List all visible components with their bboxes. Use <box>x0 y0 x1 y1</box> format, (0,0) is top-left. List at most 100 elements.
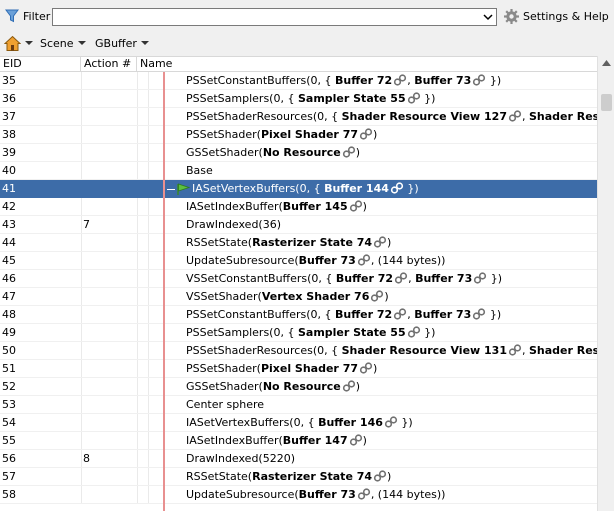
event-row[interactable]: 58 UpdateSubresource(Buffer 73 , (144 byte… <box>0 486 597 504</box>
resource-link-icon[interactable] <box>508 344 522 356</box>
settings-help-button[interactable]: Settings & Help <box>523 10 609 23</box>
resource-reference-link[interactable]: Vertex Shader 76 <box>262 290 370 303</box>
column-divider <box>148 306 149 323</box>
gear-icon[interactable] <box>503 8 520 25</box>
column-divider <box>148 234 149 251</box>
resource-reference-link[interactable]: Pixel Shader 77 <box>261 362 358 375</box>
vertical-scrollbar[interactable] <box>597 56 614 511</box>
resource-reference-link[interactable]: Shader Resource <box>529 344 597 357</box>
event-row[interactable]: 47 VSSetShader(Vertex Shader 76) <box>0 288 597 306</box>
home-icon[interactable] <box>4 35 21 52</box>
resource-link-icon[interactable] <box>384 416 398 428</box>
event-action-number <box>83 414 135 432</box>
resource-reference-link[interactable]: Buffer 73 <box>299 488 356 501</box>
event-name-text: , <box>521 344 529 357</box>
resource-reference-link[interactable]: Shader Resource View 127 <box>342 110 507 123</box>
column-divider <box>137 126 138 143</box>
event-row[interactable]: 54 IASetVertexBuffers(0, { Buffer 146 }) <box>0 414 597 432</box>
resource-link-icon[interactable] <box>359 362 373 374</box>
gbuffer-chevron-down-icon[interactable] <box>141 39 149 47</box>
resource-link-icon[interactable] <box>390 182 404 194</box>
filter-dropdown-chevron-icon[interactable] <box>480 9 496 25</box>
column-divider <box>81 486 82 503</box>
event-name: PSSetConstantBuffers(0, { Buffer 72, Buf… <box>186 306 597 324</box>
event-row[interactable]: 49 PSSetSamplers(0, { Sampler State 55 }) <box>0 324 597 342</box>
event-row[interactable]: 44 RSSetState(Rasterizer State 74) <box>0 234 597 252</box>
resource-reference-link[interactable]: Shader Resource <box>529 110 597 123</box>
resource-reference-link[interactable]: Buffer 73 <box>299 254 356 267</box>
event-name: IASetVertexBuffers(0, { Buffer 144 }) <box>192 180 603 198</box>
event-row[interactable]: 50 PSSetShaderResources(0, { Shader Resou… <box>0 342 597 360</box>
resource-link-icon[interactable] <box>370 290 384 302</box>
scene-chevron-down-icon[interactable] <box>78 39 86 47</box>
resource-reference-link[interactable]: Buffer 72 <box>335 308 392 321</box>
event-name-text: , <box>521 110 529 123</box>
event-name-text: DrawIndexed(36) <box>186 218 282 231</box>
resource-link-icon[interactable] <box>407 326 421 338</box>
resource-link-icon[interactable] <box>359 128 373 140</box>
resource-reference-link[interactable]: Buffer 146 <box>318 416 383 429</box>
event-row[interactable]: 35 PSSetConstantBuffers(0, { Buffer 72, B… <box>0 72 597 90</box>
resource-link-icon[interactable] <box>373 236 387 248</box>
resource-link-icon[interactable] <box>394 272 408 284</box>
breadcrumb-scene[interactable]: Scene <box>40 37 74 50</box>
resource-reference-link[interactable]: Sampler State 55 <box>298 92 406 105</box>
resource-link-icon[interactable] <box>357 254 371 266</box>
event-row[interactable]: 36 PSSetSamplers(0, { Sampler State 55 }) <box>0 90 597 108</box>
event-row[interactable]: 48 PSSetConstantBuffers(0, { Buffer 72, B… <box>0 306 597 324</box>
event-row[interactable]: 45 UpdateSubresource(Buffer 73 , (144 byte… <box>0 252 597 270</box>
resource-reference-link[interactable]: Buffer 72 <box>336 272 393 285</box>
resource-link-icon[interactable] <box>393 308 407 320</box>
resource-link-icon[interactable] <box>373 470 387 482</box>
resource-reference-link[interactable]: Buffer 145 <box>283 200 348 213</box>
resource-link-icon[interactable] <box>342 380 356 392</box>
resource-link-icon[interactable] <box>349 434 363 446</box>
event-row[interactable]: 43 7 DrawIndexed(36) <box>0 216 597 234</box>
event-row[interactable]: 56 8 DrawIndexed(5220) <box>0 450 597 468</box>
filter-input[interactable] <box>52 8 497 26</box>
resource-reference-link[interactable]: Buffer 73 <box>415 272 472 285</box>
resource-reference-link[interactable]: No Resource <box>263 380 341 393</box>
resource-reference-link[interactable]: No Resource <box>263 146 341 159</box>
resource-link-icon[interactable] <box>472 308 486 320</box>
resource-link-icon[interactable] <box>473 272 487 284</box>
resource-link-icon[interactable] <box>342 146 356 158</box>
scrollbar-thumb[interactable] <box>601 94 612 111</box>
column-header-eid[interactable]: EID <box>0 57 81 72</box>
resource-reference-link[interactable]: Shader Resource View 131 <box>342 344 507 357</box>
resource-reference-link[interactable]: Pixel Shader 77 <box>261 128 358 141</box>
event-row[interactable]: 51 PSSetShader(Pixel Shader 77) <box>0 360 597 378</box>
event-row[interactable]: 55 IASetIndexBuffer(Buffer 147) <box>0 432 597 450</box>
resource-link-icon[interactable] <box>349 200 363 212</box>
resource-reference-link[interactable]: Buffer 72 <box>335 74 392 87</box>
event-row[interactable]: 46 VSSetConstantBuffers(0, { Buffer 72, B… <box>0 270 597 288</box>
resource-link-icon[interactable] <box>407 92 421 104</box>
event-row[interactable]: 52 GSSetShader(No Resource) <box>0 378 597 396</box>
resource-link-icon[interactable] <box>472 74 486 86</box>
resource-reference-link[interactable]: Buffer 73 <box>414 308 471 321</box>
home-chevron-down-icon[interactable] <box>25 39 33 47</box>
column-header-name[interactable]: Name <box>137 57 597 72</box>
event-row[interactable]: 37 PSSetShaderResources(0, { Shader Resou… <box>0 108 597 126</box>
event-row[interactable]: 42 IASetIndexBuffer(Buffer 145) <box>0 198 597 216</box>
resource-reference-link[interactable]: Rasterizer State 74 <box>252 236 372 249</box>
breadcrumb-gbuffer[interactable]: GBuffer <box>95 37 137 50</box>
event-row[interactable]: 57 RSSetState(Rasterizer State 74) <box>0 468 597 486</box>
selected-event-row[interactable]: 41 IASetVertexBuffers(0, { Buffer 144 }) <box>0 180 597 198</box>
resource-link-icon[interactable] <box>508 110 522 122</box>
resource-reference-link[interactable]: Buffer 144 <box>324 182 389 195</box>
resource-reference-link[interactable]: Buffer 73 <box>414 74 471 87</box>
resource-reference-link[interactable]: Rasterizer State 74 <box>252 470 372 483</box>
filter-funnel-icon[interactable] <box>5 9 19 23</box>
resource-reference-link[interactable]: Buffer 147 <box>283 434 348 447</box>
column-divider <box>148 450 149 467</box>
resource-link-icon[interactable] <box>393 74 407 86</box>
resource-link-icon[interactable] <box>357 488 371 500</box>
event-row[interactable]: 38 PSSetShader(Pixel Shader 77) <box>0 126 597 144</box>
scroll-up-arrow-icon[interactable] <box>602 60 611 66</box>
resource-reference-link[interactable]: Sampler State 55 <box>298 326 406 339</box>
column-header-action[interactable]: Action # <box>81 57 137 72</box>
event-row[interactable]: 40 Base <box>0 162 597 180</box>
event-row[interactable]: 53 Center sphere <box>0 396 597 414</box>
event-row[interactable]: 39 GSSetShader(No Resource) <box>0 144 597 162</box>
